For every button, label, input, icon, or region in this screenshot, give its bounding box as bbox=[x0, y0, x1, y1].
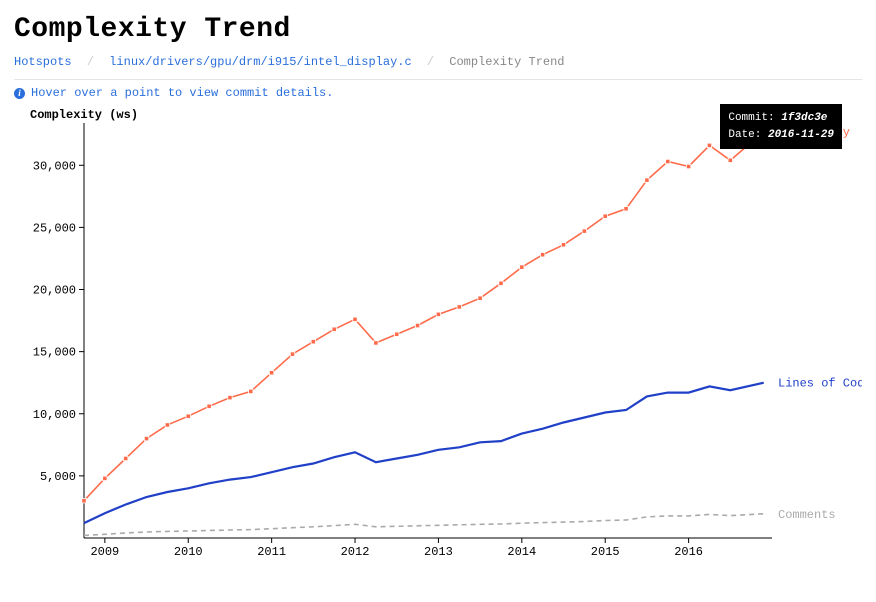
data-point[interactable] bbox=[123, 456, 127, 460]
info-icon: i bbox=[14, 88, 25, 99]
data-point[interactable] bbox=[353, 317, 357, 321]
y-tick-label: 20,000 bbox=[33, 284, 76, 298]
chart[interactable]: 5,000 10,000 15,000 20,000 25,000 30,000 2009 2… bbox=[14, 98, 862, 568]
breadcrumb-root[interactable]: Hotspots bbox=[14, 55, 72, 69]
data-point[interactable] bbox=[290, 352, 294, 356]
tooltip-commit-value: 1f3dc3e bbox=[781, 112, 827, 124]
data-point[interactable] bbox=[374, 341, 378, 345]
y-axis-label: Complexity (ws) bbox=[30, 108, 138, 122]
data-point[interactable] bbox=[415, 323, 419, 327]
series-lines-of-code[interactable] bbox=[84, 383, 764, 523]
data-point[interactable] bbox=[311, 339, 315, 343]
data-point[interactable] bbox=[165, 423, 169, 427]
data-point[interactable] bbox=[540, 253, 544, 257]
data-point[interactable] bbox=[332, 327, 336, 331]
x-tick-label: 2014 bbox=[507, 545, 536, 559]
data-point[interactable] bbox=[686, 164, 690, 168]
data-point[interactable] bbox=[520, 265, 524, 269]
page-title: Complexity Trend bbox=[14, 14, 862, 45]
data-point[interactable] bbox=[478, 296, 482, 300]
data-point[interactable] bbox=[728, 158, 732, 162]
x-tick-label: 2010 bbox=[174, 545, 203, 559]
x-tick-label: 2015 bbox=[591, 545, 620, 559]
data-point[interactable] bbox=[645, 178, 649, 182]
data-point[interactable] bbox=[499, 281, 503, 285]
tooltip-commit-label: Commit: bbox=[728, 112, 774, 124]
y-tick-label: 25,000 bbox=[33, 221, 76, 235]
chart-tooltip: Commit: 1f3dc3e Date: 2016-11-29 bbox=[720, 104, 842, 149]
series-comments[interactable] bbox=[84, 514, 764, 536]
data-point[interactable] bbox=[561, 243, 565, 247]
breadcrumb-sep: / bbox=[87, 55, 94, 69]
x-tick-label: 2013 bbox=[424, 545, 453, 559]
breadcrumb: Hotspots / linux/drivers/gpu/drm/i915/in… bbox=[14, 55, 862, 69]
data-point[interactable] bbox=[228, 395, 232, 399]
data-point[interactable] bbox=[82, 499, 86, 503]
data-point[interactable] bbox=[207, 404, 211, 408]
y-tick-label: 10,000 bbox=[33, 408, 76, 422]
x-tick-label: 2011 bbox=[257, 545, 286, 559]
data-point[interactable] bbox=[186, 414, 190, 418]
breadcrumb-path[interactable]: linux/drivers/gpu/drm/i915/intel_display… bbox=[109, 55, 411, 69]
data-point[interactable] bbox=[582, 229, 586, 233]
data-point[interactable] bbox=[144, 436, 148, 440]
series-label: Lines of Code bbox=[778, 377, 862, 391]
data-point[interactable] bbox=[624, 207, 628, 211]
x-tick-label: 2016 bbox=[674, 545, 703, 559]
series-complexity[interactable] bbox=[84, 132, 764, 501]
tooltip-date-value: 2016-11-29 bbox=[768, 129, 834, 141]
tooltip-date-label: Date: bbox=[728, 129, 761, 141]
y-tick-label: 5,000 bbox=[40, 470, 76, 484]
breadcrumb-sep: / bbox=[427, 55, 434, 69]
series-label: Comments bbox=[778, 508, 836, 522]
data-point[interactable] bbox=[395, 332, 399, 336]
data-point[interactable] bbox=[457, 305, 461, 309]
y-tick-label: 15,000 bbox=[33, 346, 76, 360]
data-point[interactable] bbox=[269, 371, 273, 375]
data-point[interactable] bbox=[707, 143, 711, 147]
divider bbox=[14, 79, 862, 80]
x-tick-label: 2012 bbox=[341, 545, 370, 559]
data-point[interactable] bbox=[249, 389, 253, 393]
data-point[interactable] bbox=[666, 159, 670, 163]
data-point[interactable] bbox=[436, 312, 440, 316]
y-tick-label: 30,000 bbox=[33, 159, 76, 173]
data-point[interactable] bbox=[103, 476, 107, 480]
data-point[interactable] bbox=[603, 214, 607, 218]
chart-svg[interactable]: 5,000 10,000 15,000 20,000 25,000 30,000 2009 2… bbox=[14, 98, 862, 568]
breadcrumb-current: Complexity Trend bbox=[449, 55, 564, 69]
x-tick-label: 2009 bbox=[90, 545, 119, 559]
